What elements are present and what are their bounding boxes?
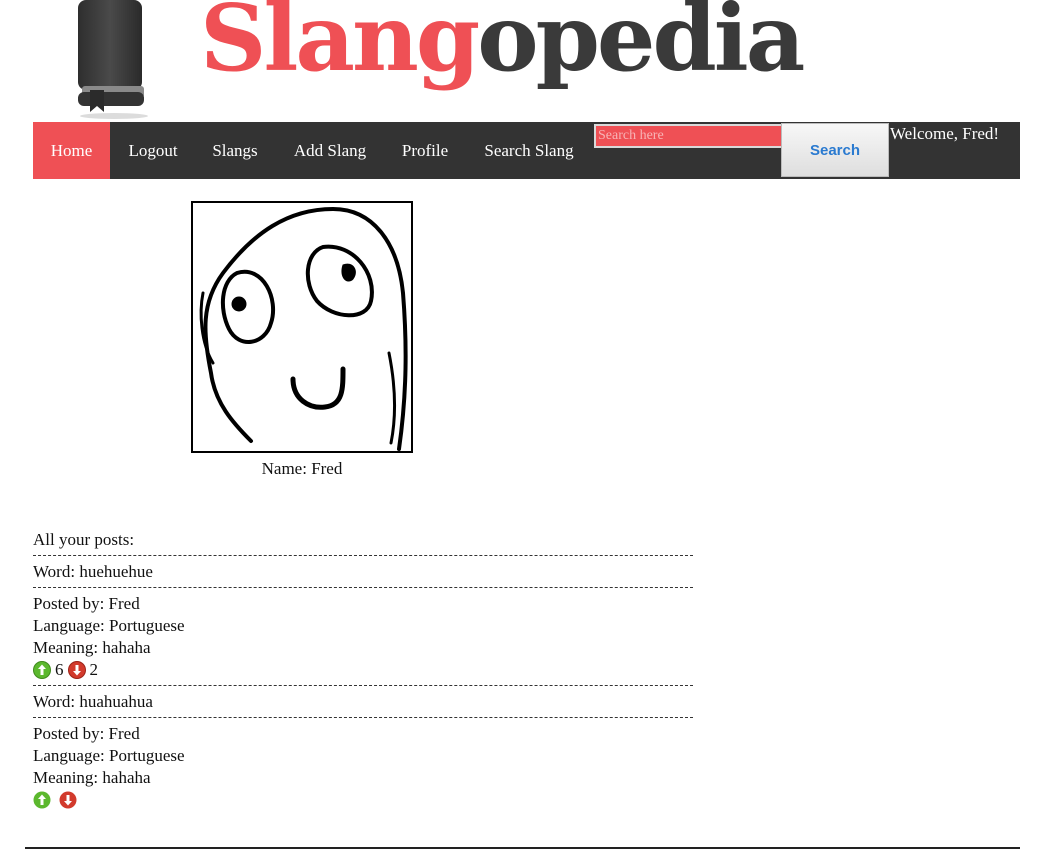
post-word: Word: huahuahua <box>33 692 153 711</box>
nav-item-home[interactable]: Home <box>33 122 110 179</box>
divider <box>33 555 693 556</box>
search-input[interactable] <box>594 124 785 148</box>
downvote-count: 2 <box>89 660 99 679</box>
logo-text-red: Slang <box>200 0 480 92</box>
post-item: Word: huahuahua Posted by: Fred Language… <box>33 691 693 811</box>
page: Slangopedia Home Logout Slangs Add Slang… <box>0 0 1060 863</box>
downvote-icon[interactable] <box>67 661 86 679</box>
book-logo-icon <box>78 0 148 119</box>
post-author: Posted by: Fred <box>33 724 140 743</box>
nav-item-logout[interactable]: Logout <box>110 122 196 179</box>
search-button[interactable]: Search <box>781 123 889 177</box>
welcome-message: Welcome, Fred! <box>890 124 1000 143</box>
divider <box>33 587 693 588</box>
upvote-count: 6 <box>55 660 64 679</box>
nav-bar: Home Logout Slangs Add Slang Profile Sea… <box>33 122 1020 179</box>
post-author: Posted by: Fred <box>33 594 140 613</box>
nav-item-add-slang[interactable]: Add Slang <box>274 122 386 179</box>
nav-item-profile[interactable]: Profile <box>386 122 464 179</box>
site-logo[interactable]: Slangopedia <box>200 0 805 84</box>
site-header: Slangopedia <box>0 0 1060 122</box>
post-word: Word: huehuehue <box>33 562 153 581</box>
divider <box>33 717 693 718</box>
post-item: Word: huehuehue Posted by: Fred Language… <box>33 561 693 681</box>
post-votes: 6 2 <box>33 659 693 681</box>
profile-avatar <box>191 201 413 453</box>
profile-name: Name: Fred <box>261 459 343 478</box>
posts-list: All your posts: Word: huehuehue Posted b… <box>33 529 693 811</box>
downvote-icon[interactable] <box>59 791 77 809</box>
divider <box>33 685 693 686</box>
upvote-icon[interactable] <box>33 791 51 809</box>
nav-item-slangs[interactable]: Slangs <box>196 122 274 179</box>
logo-text-dark: opedia <box>477 0 805 92</box>
post-language: Language: Portuguese <box>33 746 185 765</box>
derp-face-image <box>199 207 408 451</box>
bottom-border <box>25 847 1020 849</box>
post-meaning: Meaning: hahaha <box>33 768 151 787</box>
post-votes <box>33 789 693 811</box>
upvote-icon[interactable] <box>33 661 51 679</box>
posts-heading: All your posts: <box>33 530 135 549</box>
nav-item-search-slang[interactable]: Search Slang <box>464 122 594 179</box>
post-meaning: Meaning: hahaha <box>33 638 151 657</box>
post-language: Language: Portuguese <box>33 616 185 635</box>
